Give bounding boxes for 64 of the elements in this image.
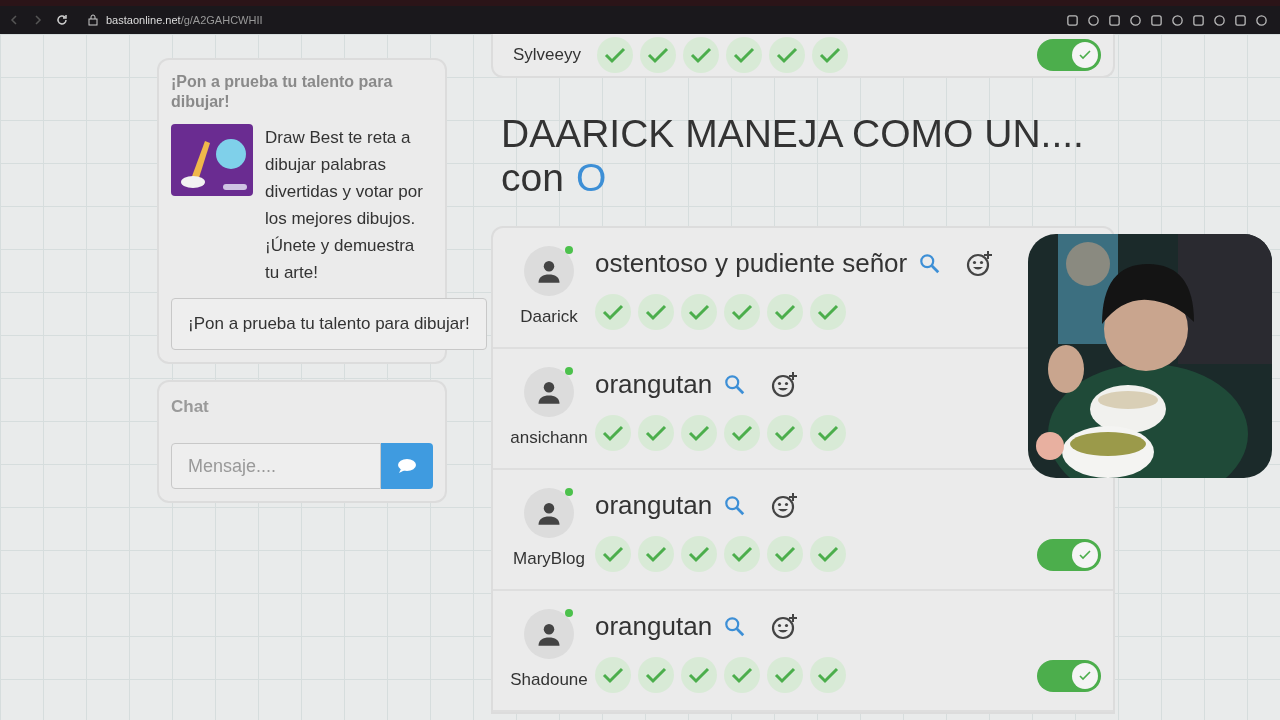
message-field[interactable]: Mensaje.... bbox=[171, 443, 381, 489]
promo-title: ¡Pon a prueba tu talento para dibujar! bbox=[171, 72, 394, 112]
check-mark[interactable] bbox=[810, 293, 846, 330]
check-mark[interactable] bbox=[767, 414, 803, 451]
check-mark[interactable] bbox=[681, 656, 717, 693]
player-name: Daarick bbox=[520, 305, 578, 328]
check-mark[interactable] bbox=[724, 535, 760, 572]
check-mark[interactable] bbox=[767, 656, 803, 693]
check-mark[interactable] bbox=[638, 293, 674, 330]
check-mark[interactable] bbox=[638, 656, 674, 693]
answer-text: orangutan bbox=[595, 610, 713, 643]
check-mark[interactable] bbox=[595, 535, 631, 572]
search-icon[interactable] bbox=[919, 252, 942, 275]
check-mark[interactable] bbox=[810, 414, 846, 451]
forward-icon[interactable] bbox=[32, 14, 44, 26]
check-mark[interactable] bbox=[595, 414, 631, 451]
check-mark[interactable] bbox=[726, 37, 762, 73]
search-icon[interactable] bbox=[724, 373, 747, 396]
check-mark[interactable] bbox=[595, 293, 631, 330]
chat-bubble-icon bbox=[397, 458, 417, 474]
check-mark[interactable] bbox=[724, 293, 760, 330]
answer-text: ostentoso y pudiente señor bbox=[595, 247, 908, 280]
check-mark[interactable] bbox=[640, 37, 676, 73]
address-bar[interactable]: bastaonline.net/g/A2GAHCWHII bbox=[88, 11, 263, 29]
category-connector: con bbox=[501, 156, 564, 200]
toggle-switch[interactable] bbox=[1037, 39, 1101, 71]
check-mark[interactable] bbox=[681, 414, 717, 451]
player-name: MaryBlog bbox=[513, 547, 585, 570]
check-mark[interactable] bbox=[767, 535, 803, 572]
check-mark[interactable] bbox=[767, 293, 803, 330]
add-emoji-icon[interactable] bbox=[770, 370, 799, 399]
player-name: Sylveeyy bbox=[513, 45, 583, 65]
check-mark[interactable] bbox=[812, 37, 848, 73]
player-name: ansichann bbox=[510, 426, 588, 449]
toggle-switch[interactable] bbox=[1037, 539, 1101, 571]
check-mark[interactable] bbox=[683, 37, 719, 73]
promo-button[interactable]: ¡Pon a prueba tu talento para dibujar! bbox=[171, 298, 487, 350]
category-letter: O bbox=[575, 156, 607, 200]
search-icon[interactable] bbox=[724, 494, 747, 517]
send-button[interactable] bbox=[381, 443, 433, 489]
check-mark[interactable] bbox=[810, 535, 846, 572]
category-title: DAARICK MANEJA COMO UN.... bbox=[501, 112, 1085, 156]
check-mark[interactable] bbox=[724, 414, 760, 451]
check-mark[interactable] bbox=[681, 293, 717, 330]
player-name: Shadoune bbox=[510, 668, 588, 691]
add-emoji-icon[interactable] bbox=[770, 612, 799, 641]
check-mark[interactable] bbox=[769, 37, 805, 73]
check-mark[interactable] bbox=[681, 535, 717, 572]
search-icon[interactable] bbox=[724, 615, 747, 638]
check-mark[interactable] bbox=[595, 656, 631, 693]
check-mark[interactable] bbox=[638, 535, 674, 572]
toggle-switch[interactable] bbox=[1037, 660, 1101, 692]
check-mark[interactable] bbox=[724, 656, 760, 693]
add-emoji-icon[interactable] bbox=[965, 249, 994, 278]
answer-text: orangutan bbox=[595, 489, 713, 522]
add-emoji-icon[interactable] bbox=[770, 491, 799, 520]
check-mark[interactable] bbox=[810, 656, 846, 693]
answer-text: orangutan bbox=[595, 368, 713, 401]
check-mark[interactable] bbox=[597, 37, 633, 73]
chat-title: Chat bbox=[171, 395, 210, 418]
promo-text: Draw Best te reta a dibujar palabras divertidas y votar por los mejores dibujos. ¡Únete y demuestra tu arte! bbox=[265, 127, 424, 284]
check-mark[interactable] bbox=[638, 414, 674, 451]
reload-icon[interactable] bbox=[56, 14, 68, 26]
back-icon[interactable] bbox=[8, 14, 20, 26]
